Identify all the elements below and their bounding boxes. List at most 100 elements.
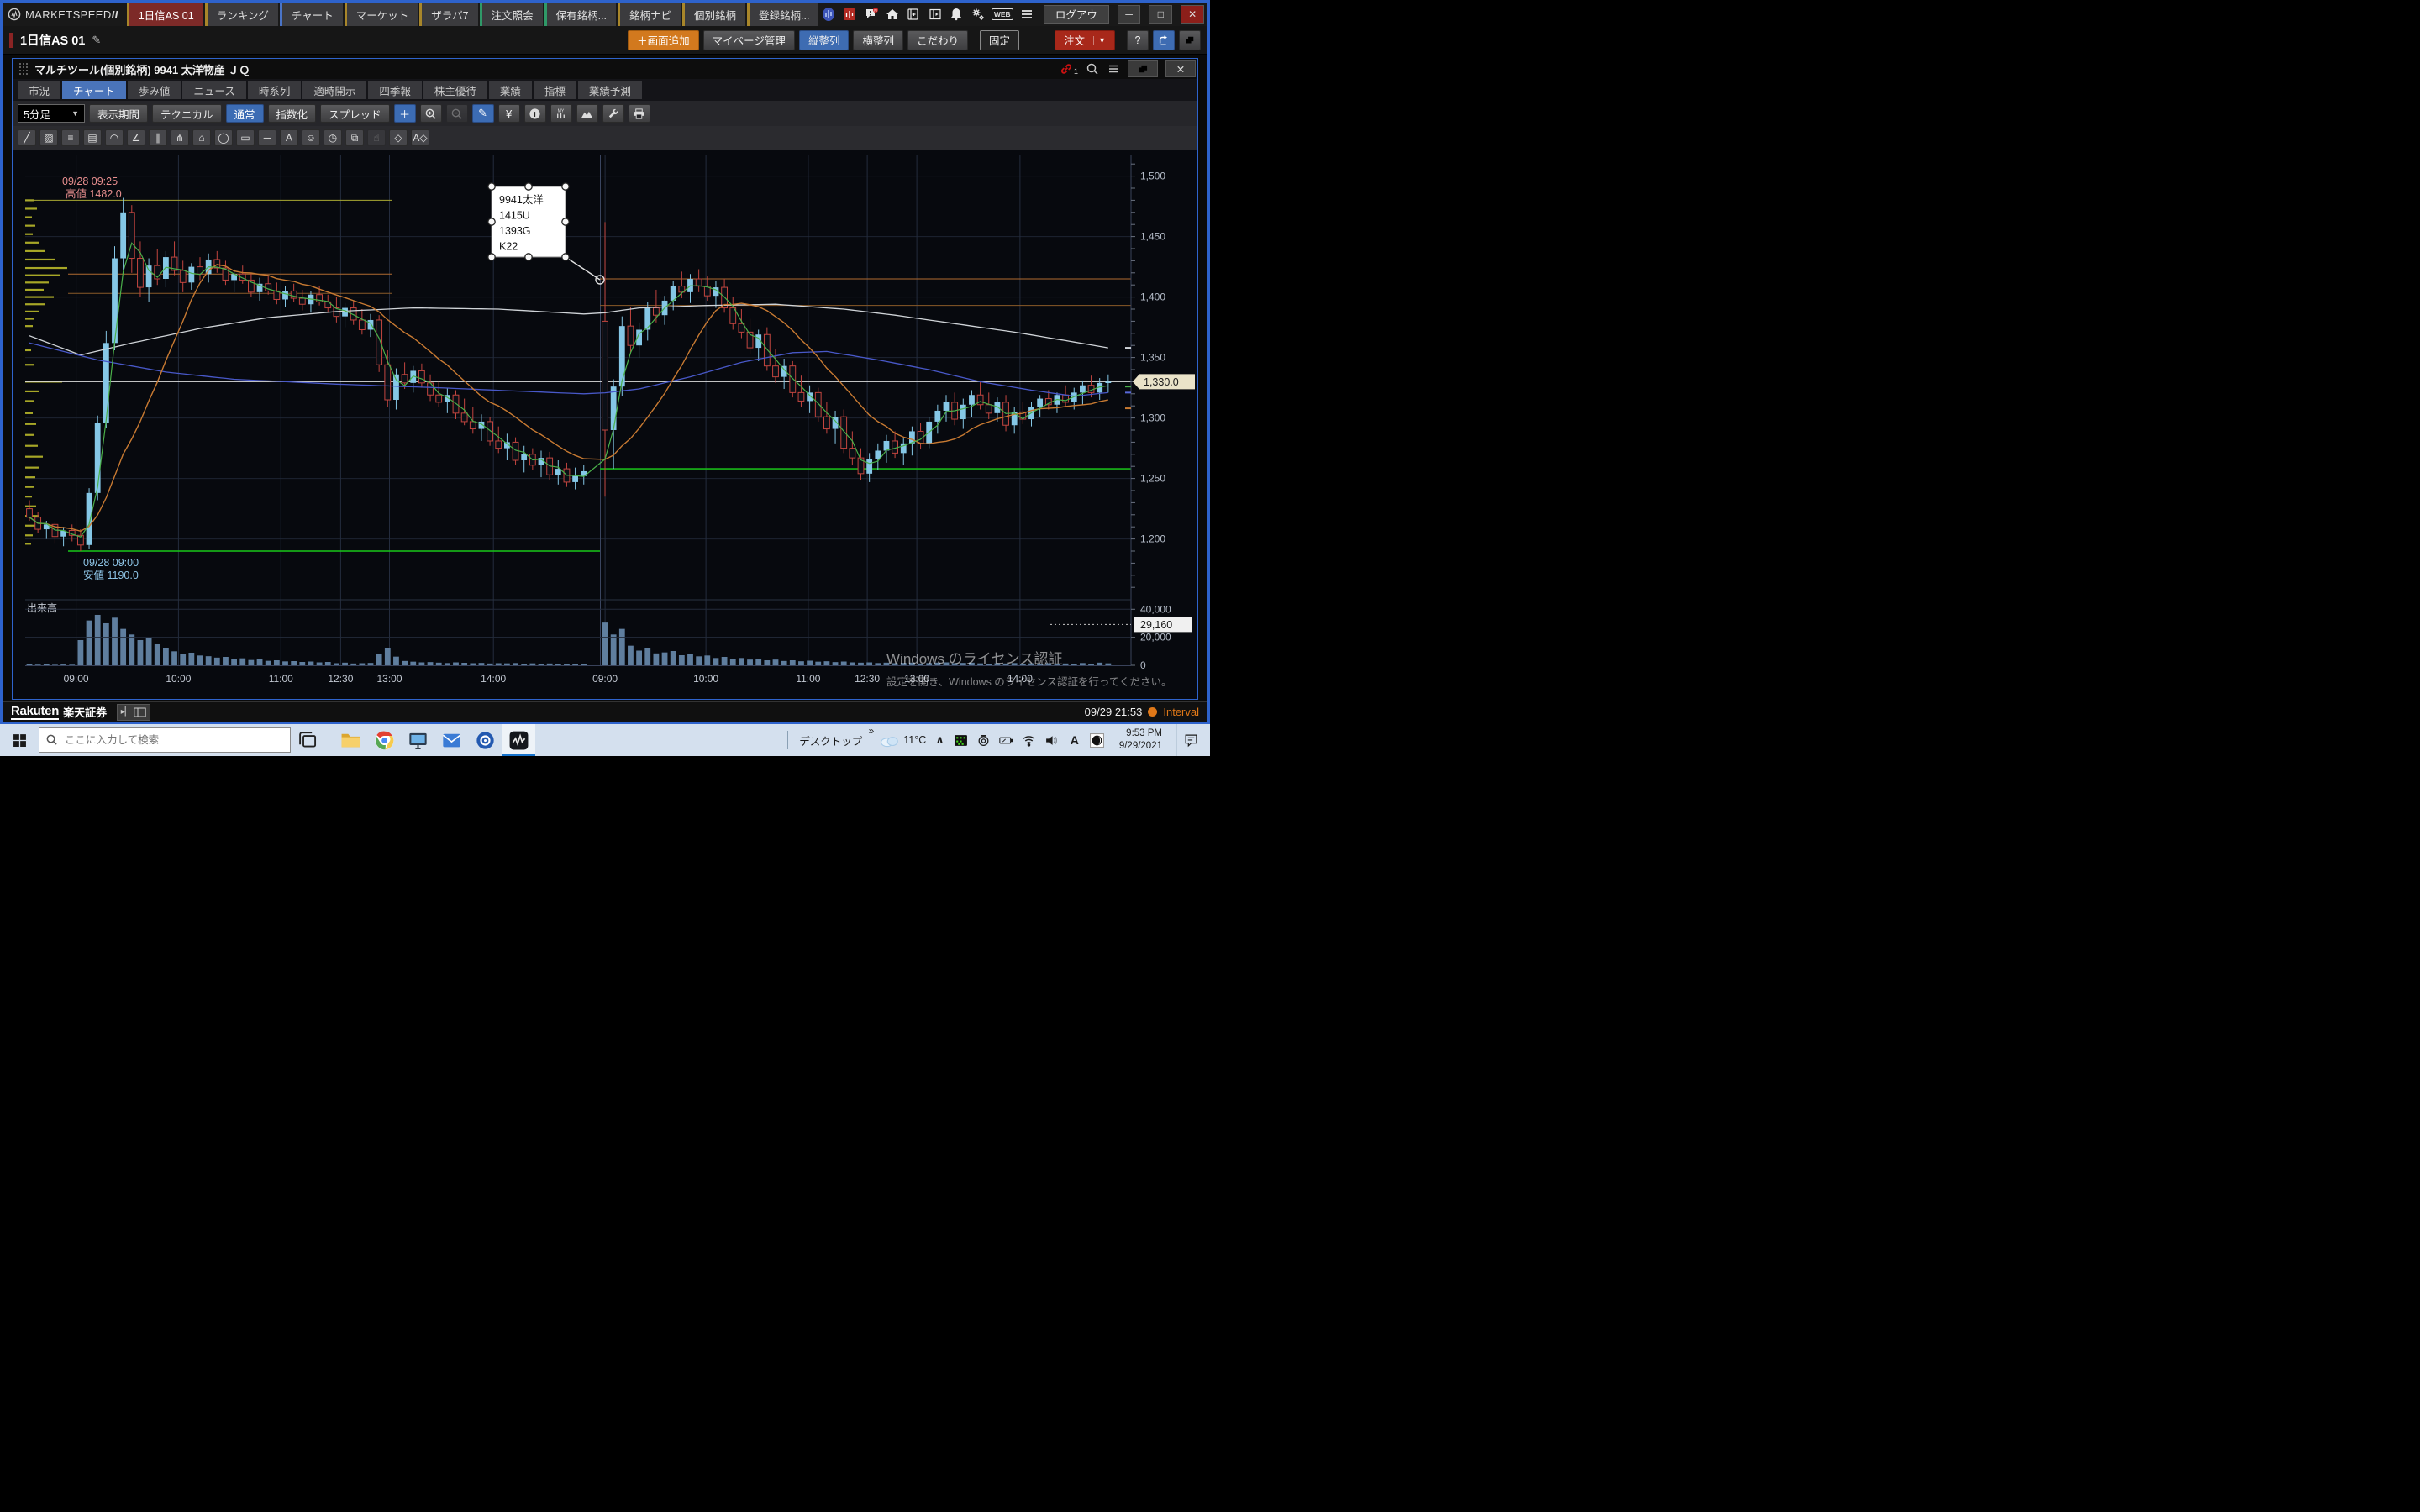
app-nav-tab[interactable]: 個別銘柄	[682, 3, 745, 26]
eraser-icon[interactable]: ◇	[389, 129, 408, 146]
callout-handle[interactable]	[525, 254, 532, 260]
hand-dim-icon[interactable]: ☝	[367, 129, 386, 146]
zoom-in-icon[interactable]	[420, 104, 442, 123]
link-icon[interactable]: 1	[1060, 62, 1078, 76]
area-chart-icon[interactable]	[576, 104, 598, 123]
workspace-button[interactable]: ＋画面追加	[628, 30, 699, 50]
callout-handle[interactable]	[562, 183, 569, 190]
tab-業績[interactable]: 業績	[489, 81, 532, 99]
pitchfork-icon[interactable]: ⋔	[171, 129, 189, 146]
wifi-icon[interactable]	[1022, 732, 1037, 748]
duplicate-window-button[interactable]	[1128, 60, 1158, 77]
close-window-button[interactable]: ✕	[1165, 60, 1196, 77]
tab-四季報[interactable]: 四季報	[368, 81, 422, 99]
printer-icon[interactable]	[629, 104, 650, 123]
chat-icon[interactable]: N	[863, 6, 878, 23]
bell-icon[interactable]	[949, 6, 964, 23]
tab-時系列[interactable]: 時系列	[248, 81, 302, 99]
workspace-button[interactable]: こだわり	[908, 30, 968, 50]
workspace-button[interactable]: マイページ管理	[703, 30, 795, 50]
tab-市況[interactable]: 市況	[18, 81, 60, 99]
wrench-icon[interactable]	[602, 104, 624, 123]
workspace-button[interactable]: 横整列	[853, 30, 903, 50]
menu-icon[interactable]	[1107, 62, 1120, 76]
time-cycle-icon[interactable]: ◷	[324, 129, 342, 146]
remote-desktop-icon[interactable]	[401, 724, 434, 756]
callout-handle[interactable]	[562, 254, 569, 260]
tab-業績予測[interactable]: 業績予測	[578, 81, 642, 99]
callout-handle[interactable]	[525, 183, 532, 190]
book-add-icon[interactable]	[906, 6, 921, 23]
my-chart-icon[interactable]: MY	[550, 104, 572, 123]
tab-適時開示[interactable]: 適時開示	[302, 81, 366, 99]
display-led-icon[interactable]	[954, 732, 969, 748]
window-title-bar[interactable]: マルチツール(個別銘柄) 9941 太洋物産 ＪＱ 1✕	[13, 59, 1197, 79]
callout-handle[interactable]	[488, 183, 495, 190]
period-dropdown[interactable]: 5分足▼	[18, 104, 85, 123]
workspace-button[interactable]: 固定	[980, 30, 1019, 50]
horizontal-segment-icon[interactable]: ─	[258, 129, 276, 146]
weather-widget[interactable]: 11°C	[880, 733, 926, 748]
mail-icon[interactable]	[434, 724, 468, 756]
marketspeed-icon[interactable]	[502, 724, 535, 756]
horizontal-lines-3-icon[interactable]: ≡	[61, 129, 80, 146]
start-button[interactable]	[0, 724, 39, 756]
taskbar-search[interactable]	[39, 727, 291, 753]
eraser-all-icon[interactable]: A◇	[411, 129, 429, 146]
volume-icon[interactable]	[1044, 732, 1060, 748]
yen-icon[interactable]: ¥	[498, 104, 520, 123]
edit-pencil-icon[interactable]: ✎	[92, 34, 101, 47]
toolbar-button[interactable]: テクニカル	[152, 104, 222, 123]
app-nav-tab[interactable]: ランキング	[205, 3, 278, 26]
hidden-icons-button[interactable]: ∧	[935, 733, 944, 747]
duplicate-icon[interactable]: ⧉	[345, 129, 364, 146]
tab-歩み値[interactable]: 歩み値	[128, 81, 182, 99]
icon-stamp-icon[interactable]: ☺	[302, 129, 320, 146]
battery-icon[interactable]	[999, 732, 1014, 748]
help-button[interactable]: ?	[1127, 30, 1149, 50]
panel-arrow-icon[interactable]	[928, 6, 943, 23]
duplicate-window-button[interactable]	[1179, 30, 1201, 50]
text-label-icon[interactable]: A	[280, 129, 298, 146]
callout-handle[interactable]	[488, 218, 495, 225]
trend-line-icon[interactable]: ╱	[18, 129, 36, 146]
notification-center-icon[interactable]	[1176, 724, 1205, 756]
task-view-icon[interactable]	[291, 724, 324, 756]
parallel-line-icon[interactable]: ▨	[39, 129, 58, 146]
crosshair-icon[interactable]: ＋	[394, 104, 416, 123]
fan-line-icon[interactable]: ∠	[127, 129, 145, 146]
popout-arrow-button[interactable]	[1153, 30, 1175, 50]
chrome-icon[interactable]	[367, 724, 401, 756]
mode-button[interactable]: 通常	[226, 104, 264, 123]
callout-handle[interactable]	[488, 254, 495, 260]
mode-button[interactable]: スプレッド	[320, 104, 390, 123]
app-nav-tab[interactable]: マーケット	[345, 3, 418, 26]
chart-canvas[interactable]: 1,5001,4501,4001,3501,3001,2501,2001,330…	[13, 150, 1197, 699]
pencil-icon[interactable]: ✎	[472, 104, 494, 123]
app-nav-tab[interactable]: ザラバ7	[419, 3, 477, 26]
tab-チャート[interactable]: チャート	[62, 81, 126, 99]
tab-指標[interactable]: 指標	[534, 81, 576, 99]
zoom-out-icon[interactable]	[446, 104, 468, 123]
media-player-icon[interactable]	[468, 724, 502, 756]
close-button[interactable]: ✕	[1181, 5, 1204, 24]
minimize-button[interactable]: －	[1118, 5, 1141, 24]
taskbar-clock[interactable]: 9:53 PM9/29/2021	[1119, 727, 1162, 753]
workspace-button[interactable]: 縦整列	[799, 30, 850, 50]
info-icon[interactable]: i	[524, 104, 546, 123]
horizontal-lines-4-icon[interactable]: ▤	[83, 129, 102, 146]
vertical-lines-icon[interactable]: ∥	[149, 129, 167, 146]
file-explorer-icon[interactable]	[334, 724, 367, 756]
app-nav-tab[interactable]: 登録銘柄...	[747, 3, 818, 26]
logout-button[interactable]: ログアウト	[1044, 5, 1109, 24]
ellipse-icon[interactable]: ◯	[214, 129, 233, 146]
chart-blue-icon[interactable]	[820, 6, 835, 23]
camera-icon[interactable]	[976, 732, 992, 748]
search-icon[interactable]	[1086, 62, 1099, 76]
tab-ニュース[interactable]: ニュース	[182, 81, 245, 99]
mode-button[interactable]: 指数化	[268, 104, 317, 123]
app-nav-tab[interactable]: 保有銘柄...	[544, 3, 616, 26]
menu-icon[interactable]	[1019, 6, 1034, 23]
ime-mode-icon[interactable]	[1090, 732, 1105, 748]
rectangle-icon[interactable]: ▭	[236, 129, 255, 146]
